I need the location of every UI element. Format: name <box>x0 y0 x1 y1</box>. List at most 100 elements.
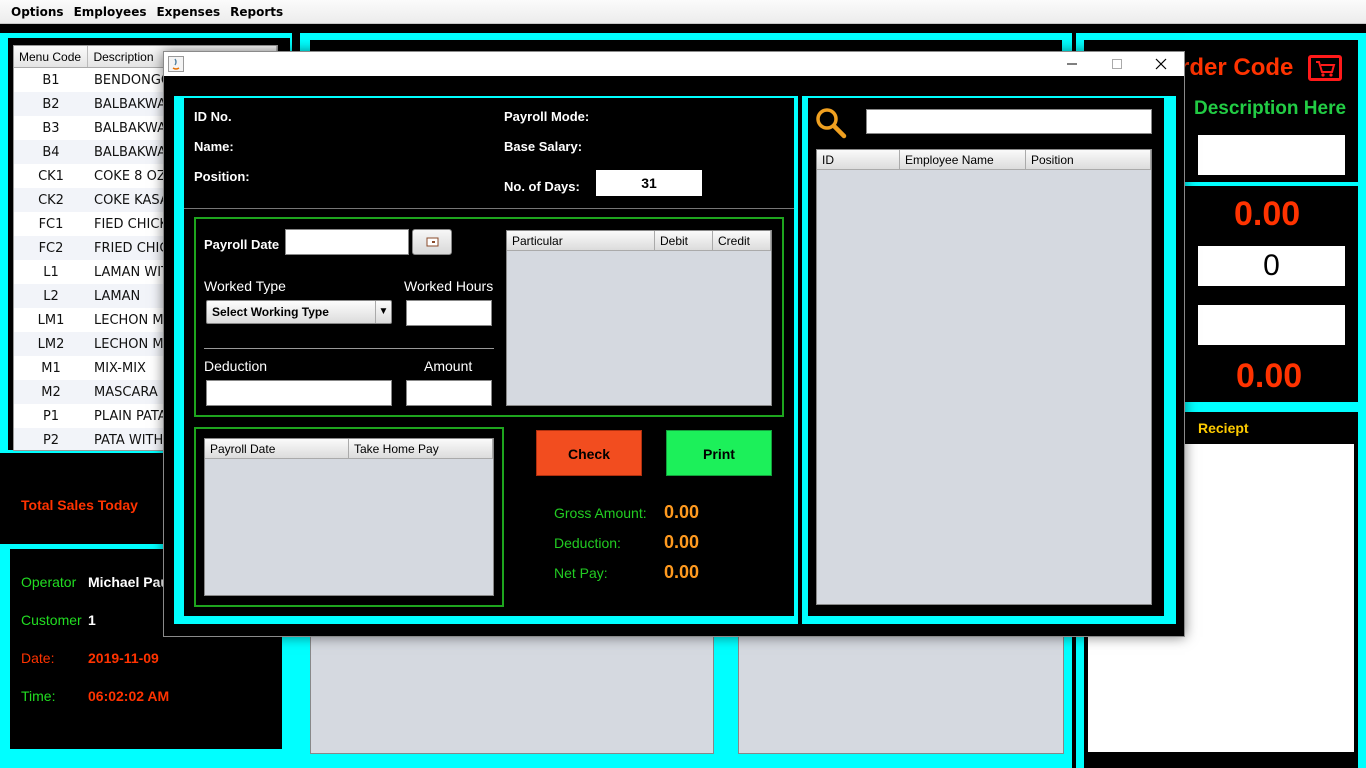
menu-reports[interactable]: Reports <box>225 5 288 19</box>
search-icon[interactable] <box>814 106 848 140</box>
worked-type-select[interactable]: Select Working Type ▼ <box>206 300 392 324</box>
col-payroll-date[interactable]: Payroll Date <box>205 439 349 458</box>
deduction-sum-value: 0.00 <box>664 532 700 552</box>
quantity-field[interactable]: 0 <box>1198 246 1345 286</box>
date-label: Date: <box>21 650 55 666</box>
name-label: Name: <box>194 139 234 154</box>
menu-code-cell: FC1 <box>38 216 64 232</box>
description-cell: COKE 8 OZ <box>94 168 166 184</box>
worked-type-value: Select Working Type <box>212 305 329 319</box>
menu-employees[interactable]: Employees <box>69 5 152 19</box>
employee-search-input[interactable] <box>866 109 1152 134</box>
menu-code-cell: B3 <box>42 120 60 136</box>
customer-value: 1 <box>88 612 96 628</box>
order-code-label: rder Code <box>1180 54 1294 81</box>
col-take-home-pay[interactable]: Take Home Pay <box>349 439 493 458</box>
description-cell: FIED CHICK <box>94 216 168 232</box>
description-field[interactable] <box>1198 135 1345 175</box>
time-value: 06:02:02 AM <box>88 688 170 704</box>
menu-code-cell: L2 <box>43 288 59 304</box>
maximize-icon[interactable] <box>1107 54 1127 74</box>
menu-code-cell: CK1 <box>38 168 64 184</box>
col-menu-code[interactable]: Menu Code <box>14 46 89 67</box>
description-cell: COKE KASA <box>94 192 169 208</box>
menu-bar: Options Employees Expenses Reports <box>0 0 1366 24</box>
menu-code-cell: L1 <box>43 264 59 280</box>
operator-label: Operator <box>21 574 77 590</box>
menu-code-cell: B2 <box>42 96 60 112</box>
reciept-label: Reciept <box>1198 420 1249 436</box>
total-value: 0.00 <box>1236 357 1303 395</box>
deduction-input[interactable] <box>206 380 392 406</box>
close-icon[interactable] <box>1151 54 1171 74</box>
menu-code-cell: P1 <box>42 408 60 424</box>
total-sales-label: Total Sales Today <box>21 497 138 513</box>
operator-value: Michael Pau <box>88 574 169 590</box>
col-debit[interactable]: Debit <box>655 231 713 250</box>
print-button[interactable]: Print <box>666 430 772 476</box>
amount-input[interactable] <box>406 380 492 406</box>
payroll-dialog: ID No. Name: Position: Payroll Mode: Bas… <box>163 51 1185 637</box>
worked-hours-input[interactable] <box>406 300 492 326</box>
bottom-grid-left[interactable] <box>310 634 714 754</box>
description-label: Description Here <box>1194 98 1347 119</box>
description-cell: BALBAKWA <box>94 96 166 112</box>
net-pay-label: Net Pay: <box>554 565 608 581</box>
deduction-label: Deduction <box>204 358 268 374</box>
menu-code-cell: P2 <box>42 432 60 448</box>
deduction-sum-label: Deduction: <box>554 535 621 551</box>
cash-field[interactable] <box>1198 305 1345 345</box>
gross-amount-value: 0.00 <box>664 502 700 522</box>
divider <box>184 208 794 209</box>
menu-code-cell: M1 <box>41 360 61 376</box>
menu-code-cell: FC2 <box>38 240 64 256</box>
gross-amount-label: Gross Amount: <box>554 505 647 521</box>
payroll-date-input[interactable] <box>285 229 409 255</box>
menu-code-cell: B4 <box>42 144 60 160</box>
col-employee-name[interactable]: Employee Name <box>900 150 1026 169</box>
particular-grid-header: Particular Debit Credit <box>507 231 771 251</box>
description-cell: FRIED CHIC <box>94 240 169 256</box>
dialog-titlebar[interactable] <box>164 52 1184 76</box>
java-app-icon <box>168 56 184 72</box>
bottom-grid-right[interactable] <box>738 634 1064 754</box>
form-divider <box>204 348 494 349</box>
history-grid-header: Payroll Date Take Home Pay <box>205 439 493 459</box>
particular-grid[interactable]: Particular Debit Credit <box>506 230 772 406</box>
col-particular[interactable]: Particular <box>507 231 655 250</box>
description-cell: LAMAN WIT <box>94 264 170 280</box>
menu-code-cell: CK2 <box>38 192 64 208</box>
employee-grid-header: ID Employee Name Position <box>817 150 1151 170</box>
payroll-date-label: Payroll Date <box>204 237 280 252</box>
chevron-down-icon[interactable]: ▼ <box>375 301 391 323</box>
net-pay-value: 0.00 <box>664 562 700 582</box>
employee-grid[interactable]: ID Employee Name Position <box>816 149 1152 605</box>
history-grid[interactable]: Payroll Date Take Home Pay <box>204 438 494 596</box>
description-cell: LAMAN <box>94 288 141 304</box>
check-button[interactable]: Check <box>536 430 642 476</box>
col-position[interactable]: Position <box>1026 150 1151 169</box>
description-cell: BALBAKWA <box>94 120 166 136</box>
description-cell: LECHON MA <box>94 336 173 352</box>
description-cell: MIX-MIX <box>94 360 146 376</box>
cart-icon[interactable] <box>1308 55 1342 81</box>
payroll-mode-label: Payroll Mode: <box>504 109 590 124</box>
worked-type-label: Worked Type <box>204 278 286 294</box>
menu-expenses[interactable]: Expenses <box>151 5 225 19</box>
description-cell: MASCARA <box>94 384 158 400</box>
days-field[interactable]: 31 <box>596 170 702 196</box>
menu-code-cell: M2 <box>41 384 61 400</box>
description-cell: PATA WITH <box>94 432 164 448</box>
menu-options[interactable]: Options <box>6 5 69 19</box>
menu-code-cell: LM2 <box>37 336 65 352</box>
col-id[interactable]: ID <box>817 150 900 169</box>
calendar-button[interactable] <box>412 229 452 255</box>
menu-code-cell: B1 <box>42 72 60 88</box>
worked-hours-label: Worked Hours <box>404 278 494 294</box>
id-label: ID No. <box>194 109 232 124</box>
time-label: Time: <box>21 688 56 704</box>
minimize-icon[interactable] <box>1062 54 1082 74</box>
description-cell: LECHON MA <box>94 312 173 328</box>
col-credit[interactable]: Credit <box>713 231 771 250</box>
customer-label: Customer <box>21 612 82 628</box>
